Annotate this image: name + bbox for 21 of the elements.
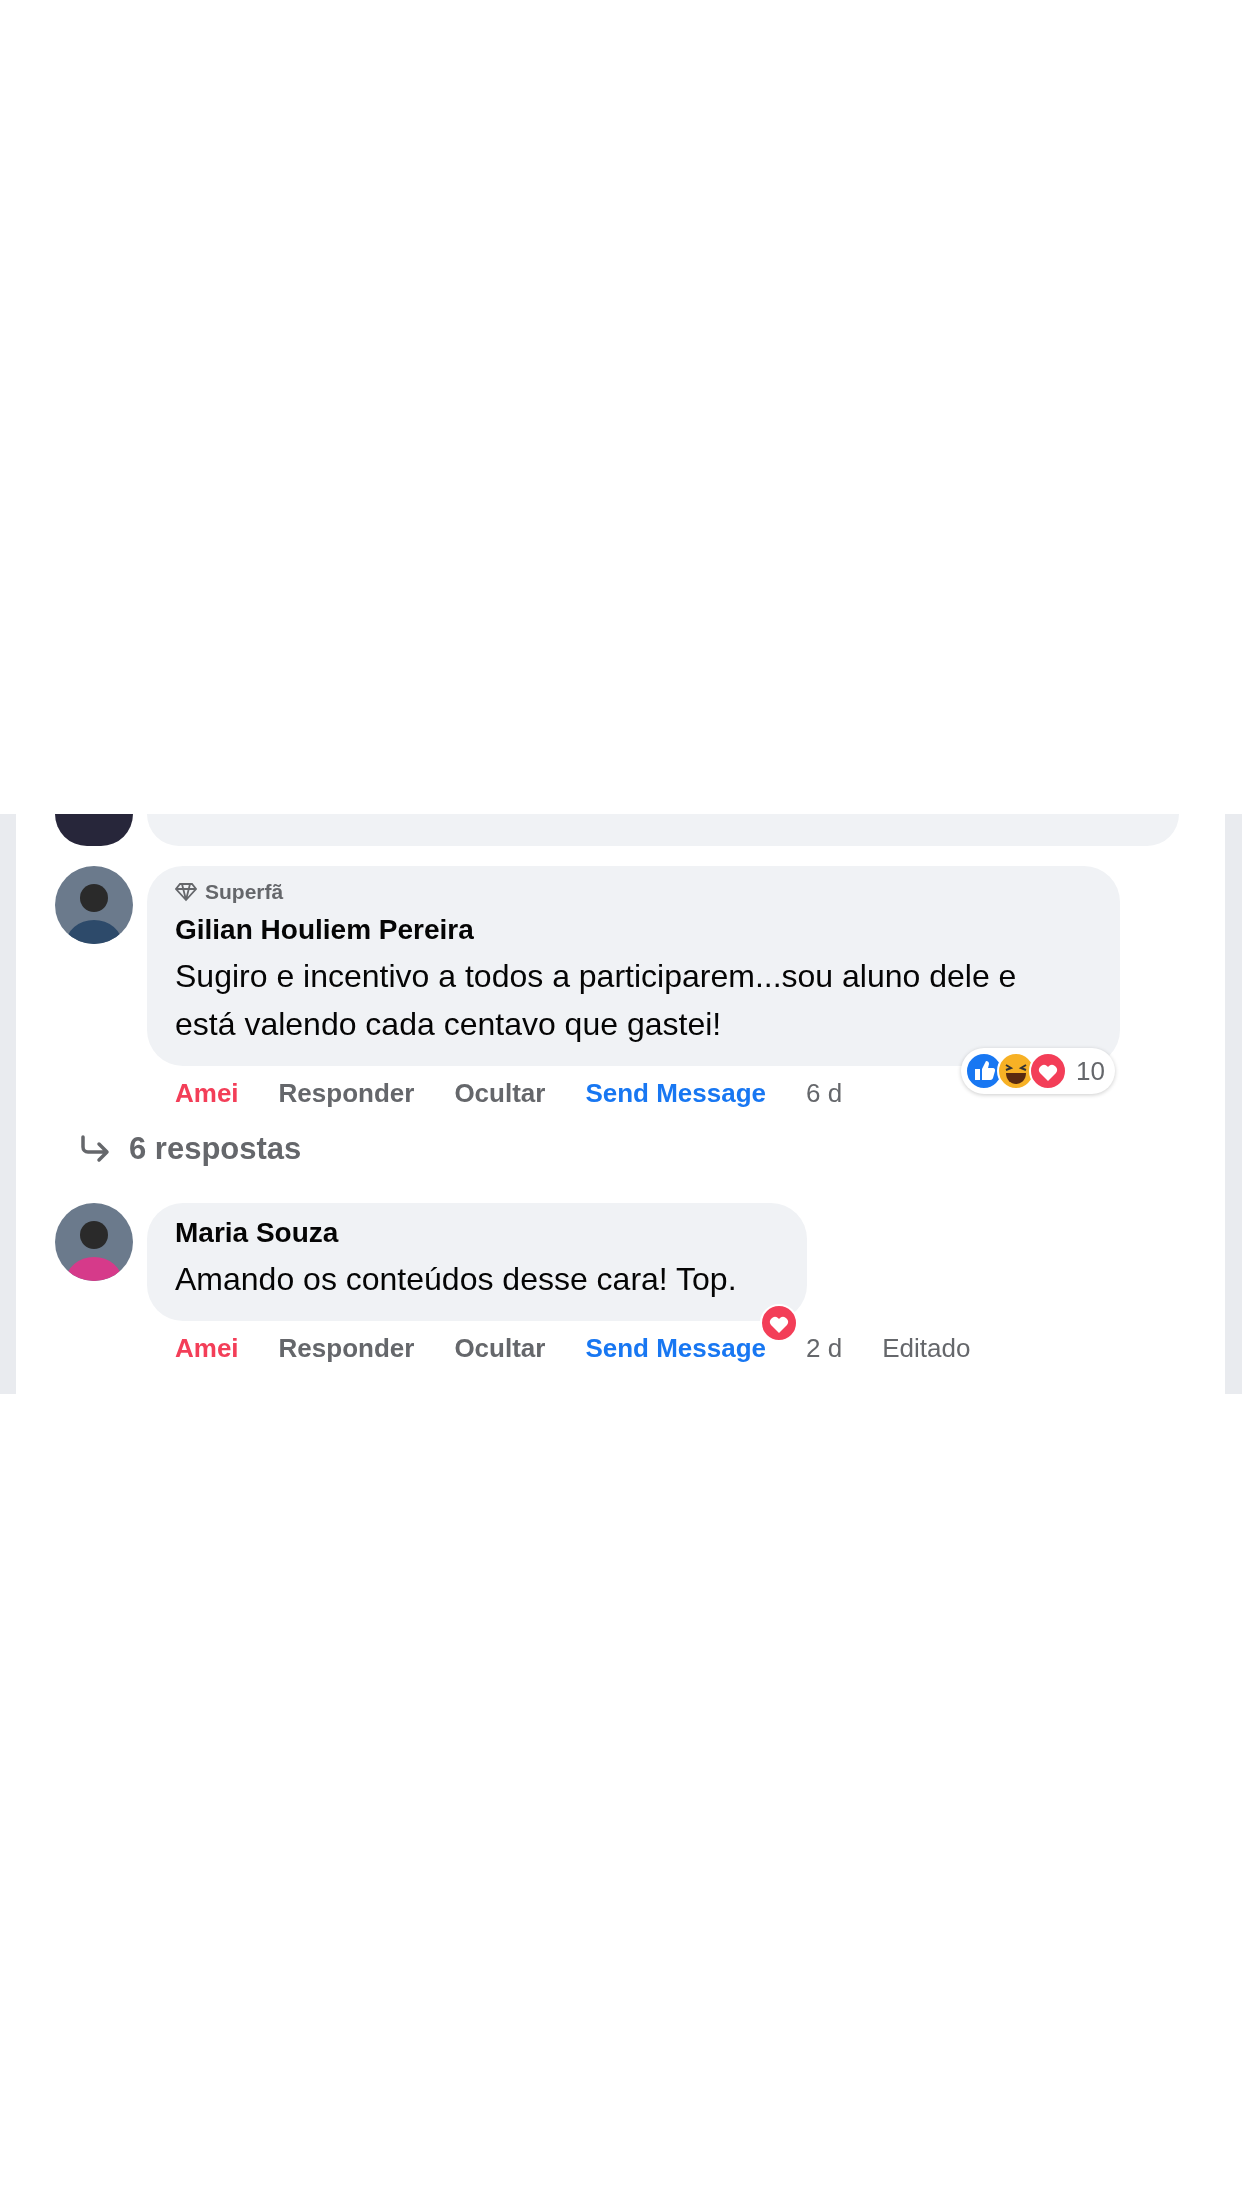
author-name[interactable]: Maria Souza <box>175 1217 737 1249</box>
action-link[interactable]: Ocultar <box>454 1333 546 1364</box>
send-message-link[interactable]: Send Message <box>585 1333 767 1364</box>
timestamp: 6 d <box>806 1078 843 1109</box>
reaction-link[interactable]: Amei <box>175 1333 239 1364</box>
author-name[interactable]: Gilian Houliem Pereira <box>175 914 1050 946</box>
comment-text: Amando os conteúdos desse cara! Top. <box>175 1260 737 1299</box>
reaction-summary[interactable]: 10 <box>961 1048 1115 1094</box>
fan-label: Superfã <box>205 880 284 904</box>
edited-label: Editado <box>882 1333 971 1364</box>
action-link[interactable]: Ocultar <box>454 1078 546 1109</box>
reply-arrow-icon <box>79 1135 111 1163</box>
action-link[interactable]: Responder <box>278 1078 415 1109</box>
timestamp: 2 d <box>806 1333 843 1364</box>
send-message-link[interactable]: Send Message <box>585 1078 767 1109</box>
replies-link[interactable]: 6 respostas <box>55 1109 302 1203</box>
reaction-link[interactable]: Amei <box>175 1078 239 1109</box>
action-link[interactable]: Responder <box>278 1333 415 1364</box>
comment-text: Sugiro e incentivo a todos a participarem...sou aluno dele e está valendo cada centavo que gastei! <box>175 957 1018 1044</box>
diamond-icon <box>175 882 197 902</box>
reaction-count: 10 <box>1076 1055 1105 1087</box>
